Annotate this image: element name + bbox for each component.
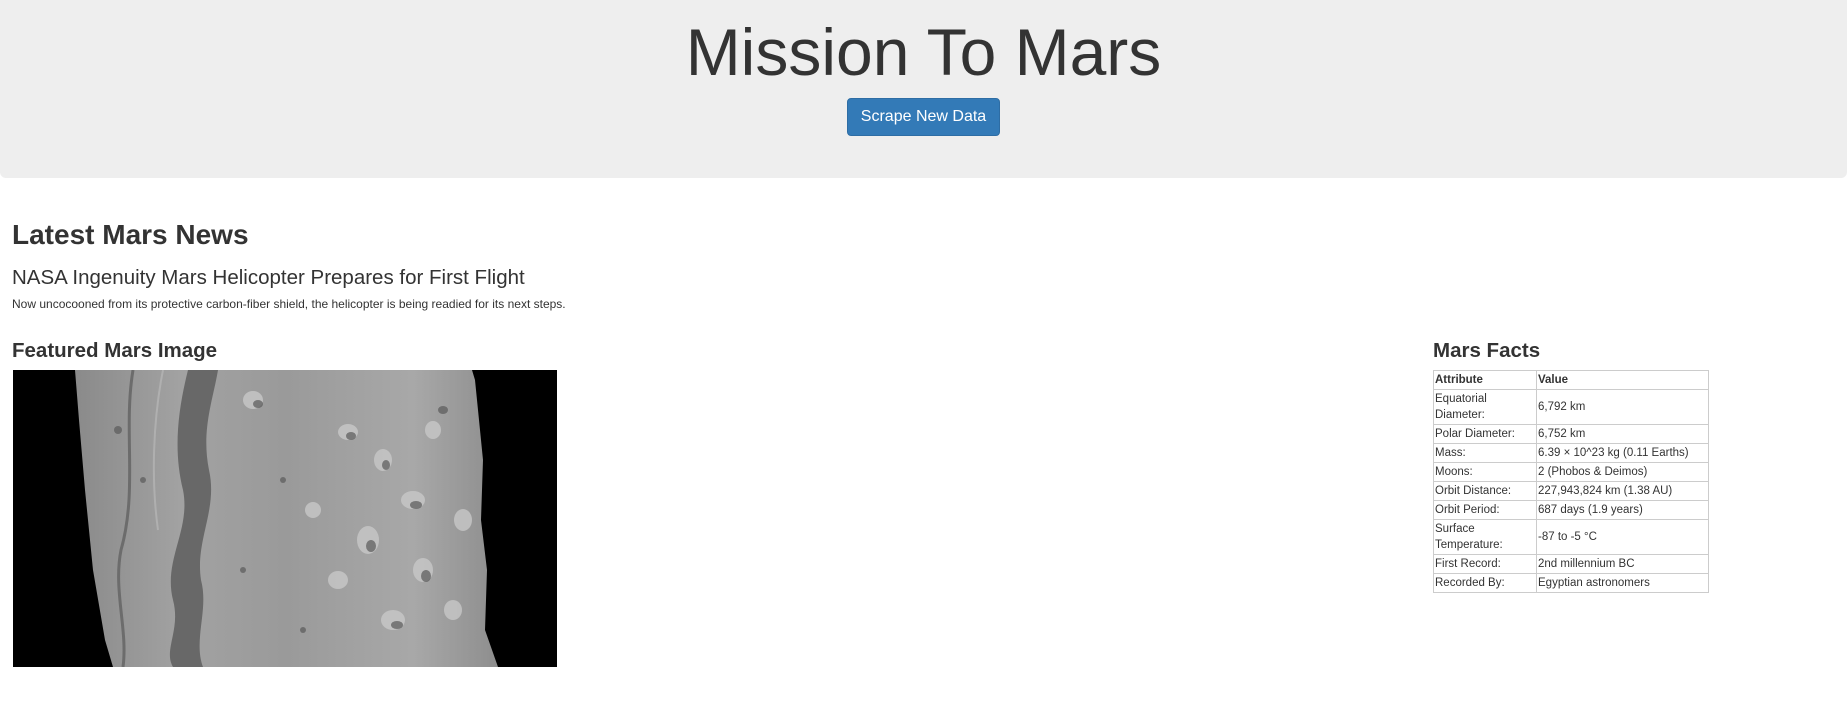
table-row: Polar Diameter: 6,752 km (1433, 424, 1709, 444)
attribute-cell: Mass: (1433, 443, 1537, 463)
column-header: Value (1536, 370, 1709, 390)
attribute-cell: Surface Temperature: (1433, 519, 1537, 555)
mars-facts-table: Attribute Value Equatorial Diameter: 6,7… (1433, 370, 1709, 593)
attribute-cell: Moons: (1433, 462, 1537, 482)
news-headline: NASA Ingenuity Mars Helicopter Prepares … (12, 266, 525, 289)
value-cell: 227,943,824 km (1.38 AU) (1536, 481, 1709, 501)
table-row: Surface Temperature: -87 to -5 °C (1433, 519, 1709, 555)
header-jumbotron: Mission To Mars Scrape New Data (0, 0, 1847, 178)
table-row: Recorded By: Egyptian astronomers (1433, 573, 1709, 593)
scrape-new-data-button[interactable]: Scrape New Data (846, 98, 1001, 136)
table-row: Mass: 6.39 × 10^23 kg (0.11 Earths) (1433, 443, 1709, 463)
featured-mars-image (13, 370, 557, 667)
value-cell: -87 to -5 °C (1536, 519, 1709, 555)
value-cell: 6,752 km (1536, 424, 1709, 444)
table-header-row: Attribute Value (1433, 370, 1709, 390)
mars-surface-graphic (13, 370, 557, 667)
value-cell: 687 days (1.9 years) (1536, 500, 1709, 520)
news-teaser: Now uncocooned from its protective carbo… (12, 297, 566, 311)
value-cell: Egyptian astronomers (1536, 573, 1709, 593)
table-row: Equatorial Diameter: 6,792 km (1433, 389, 1709, 425)
table-row: First Record: 2nd millennium BC (1433, 554, 1709, 574)
attribute-cell: Polar Diameter: (1433, 424, 1537, 444)
table-row: Moons: 2 (Phobos & Deimos) (1433, 462, 1709, 482)
featured-image-title: Featured Mars Image (12, 339, 218, 362)
value-cell: 6.39 × 10^23 kg (0.11 Earths) (1536, 443, 1709, 463)
attribute-cell: Equatorial Diameter: (1433, 389, 1537, 425)
page-title: Mission To Mars (685, 15, 1162, 89)
value-cell: 2nd millennium BC (1536, 554, 1709, 574)
attribute-cell: Orbit Period: (1433, 500, 1537, 520)
attribute-cell: Orbit Distance: (1433, 481, 1537, 501)
table-row: Orbit Distance: 227,943,824 km (1.38 AU) (1433, 481, 1709, 501)
table-row: Orbit Period: 687 days (1.9 years) (1433, 500, 1709, 520)
value-cell: 2 (Phobos & Deimos) (1536, 462, 1709, 482)
attribute-cell: Recorded By: (1433, 573, 1537, 593)
value-cell: 6,792 km (1536, 389, 1709, 425)
attribute-cell: First Record: (1433, 554, 1537, 574)
mars-facts-title: Mars Facts (1433, 339, 1541, 362)
news-section-title: Latest Mars News (12, 219, 249, 250)
column-header: Attribute (1433, 370, 1537, 390)
